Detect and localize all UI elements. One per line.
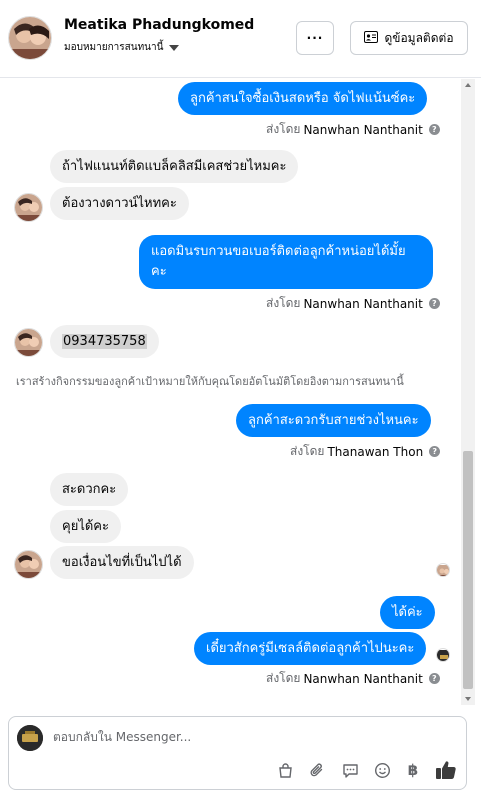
speech-bubble-icon[interactable] bbox=[339, 759, 361, 781]
thumbs-up-icon[interactable] bbox=[433, 759, 459, 781]
outgoing-message[interactable]: ลูกค้าสนใจซื้อเงินสดหรือ จัดไฟแน้นซ์คะ bbox=[178, 82, 428, 115]
contact-avatar[interactable] bbox=[8, 16, 52, 60]
view-contact-info-button[interactable]: ดูข้อมูลติดต่อ bbox=[350, 21, 468, 55]
page-read-receipt-avatar bbox=[436, 648, 450, 662]
sender-name: Nanwhan Nanthanit bbox=[303, 122, 423, 137]
outgoing-message[interactable]: เดี๋ยวสักครู่มีเซลล์ติดต่อลูกค้าไปนะคะ bbox=[194, 632, 427, 665]
incoming-message-phone[interactable]: 0934735758 bbox=[50, 325, 159, 358]
sent-by-label: ส่งโดย Nanwhan Nanthanit ? bbox=[266, 294, 440, 313]
outgoing-message[interactable]: ได้ค่ะ bbox=[380, 596, 435, 629]
paperclip-icon[interactable] bbox=[306, 759, 328, 781]
assign-label: มอบหมายการสนทนานี้ bbox=[64, 42, 164, 53]
contact-avatar-small bbox=[14, 328, 43, 357]
help-icon[interactable]: ? bbox=[428, 298, 440, 309]
outgoing-message[interactable]: ลูกค้าสะดวกรับสายช่วงไหนคะ bbox=[236, 404, 431, 437]
sender-name: Thanawan Thon bbox=[327, 444, 424, 459]
help-icon[interactable]: ? bbox=[428, 673, 440, 684]
reply-composer: ฿ bbox=[8, 716, 467, 790]
incoming-message[interactable]: คุยได้คะ bbox=[50, 510, 121, 543]
scrollbar-thumb[interactable] bbox=[463, 451, 473, 689]
sent-by-label: ส่งโดย Nanwhan Nanthanit ? bbox=[266, 120, 440, 139]
incoming-message[interactable]: ขอเงื่อนไขที่เป็นไปได้ bbox=[50, 546, 194, 579]
baht-icon[interactable]: ฿ bbox=[402, 759, 424, 781]
scroll-up-arrow-icon[interactable] bbox=[465, 83, 471, 87]
sender-name: Nanwhan Nanthanit bbox=[303, 671, 423, 686]
incoming-message[interactable]: สะดวกคะ bbox=[50, 473, 129, 506]
outgoing-message[interactable]: แอดมินรบกวนขอเบอร์ติดต่อลูกค้าหน่อยได้มั… bbox=[139, 235, 433, 289]
help-icon[interactable]: ? bbox=[428, 124, 440, 135]
reply-input[interactable] bbox=[53, 730, 433, 744]
incoming-message[interactable]: ถ้าไฟแนนท์ติดแบล็คลิสมีเคสช่วยไหมคะ bbox=[50, 150, 299, 183]
sender-name: Nanwhan Nanthanit bbox=[303, 296, 423, 311]
chevron-down-icon bbox=[169, 44, 180, 51]
contact-avatar-small bbox=[14, 193, 43, 222]
assign-conversation-dropdown[interactable]: มอบหมายการสนทนานี้ bbox=[64, 40, 180, 55]
contact-card-icon bbox=[364, 30, 379, 46]
smiley-icon[interactable] bbox=[371, 759, 393, 781]
sent-by-label: ส่งโดย Nanwhan Nanthanit ? bbox=[266, 669, 440, 688]
scroll-down-arrow-icon[interactable] bbox=[465, 697, 471, 701]
sent-by-label: ส่งโดย Thanawan Thon ? bbox=[290, 442, 441, 461]
message-scrollbar[interactable] bbox=[461, 79, 475, 705]
contact-avatar-small bbox=[14, 550, 43, 579]
read-receipt-avatar bbox=[436, 563, 450, 577]
help-icon[interactable]: ? bbox=[429, 446, 441, 457]
contact-info-label: ดูข้อมูลติดต่อ bbox=[384, 30, 454, 45]
conversation-header: Meatika Phadungkomed มอบหมายการสนทนานี้ … bbox=[0, 0, 481, 78]
more-options-button[interactable]: ··· bbox=[296, 21, 334, 55]
phone-number[interactable]: 0934735758 bbox=[62, 334, 147, 349]
system-note: เราสร้างกิจกรรมของลูกค้าเป้าหมายให้กับคุ… bbox=[16, 375, 404, 388]
shopping-bag-icon[interactable] bbox=[274, 759, 296, 781]
incoming-message[interactable]: ต้องวางดาวน์ไหทคะ bbox=[50, 187, 189, 220]
page-avatar bbox=[17, 725, 43, 751]
contact-name: Meatika Phadungkomed bbox=[64, 17, 255, 33]
